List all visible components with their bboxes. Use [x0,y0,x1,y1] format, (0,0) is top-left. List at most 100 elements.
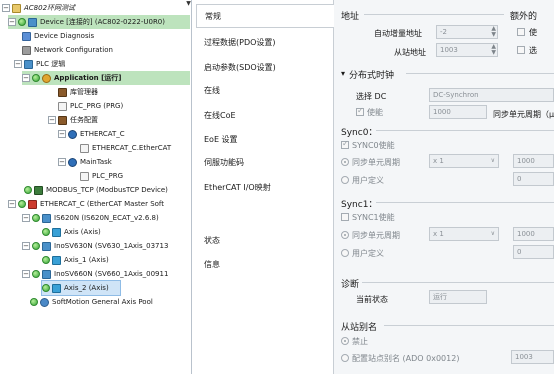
device-tree: ▼ − AC802环网测试 − Device [连接的] (AC802-0222… [0,0,192,374]
running-status-icon [32,270,40,278]
collapse-toggle-icon[interactable]: − [2,4,10,12]
ethercat-master-icon [28,199,37,209]
sync0-user-field[interactable]: 0 [513,172,554,186]
select-dc-label: 选择 DC [356,92,387,101]
diagnosis-section-title: 诊断 [341,280,360,290]
spinner-icon[interactable]: ▲ ▼ [491,26,496,38]
sync1-section-title: Sync1： [341,200,378,210]
scroll-down-icon[interactable]: ▼ [185,0,191,7]
axis-icon [52,255,61,265]
tree-item-library-manager[interactable]: 库管理器 [58,85,98,99]
plc-logic-icon [24,59,33,69]
collapse-toggle-icon[interactable]: − [58,130,66,138]
tab-status[interactable]: 状态 [196,228,332,252]
collapse-toggle-icon[interactable]: − [58,158,66,166]
tree-item-device-diagnosis[interactable]: Device Diagnosis [22,29,94,43]
sync1-enable-checkbox[interactable] [341,213,349,221]
tab-eoe-settings[interactable]: EoE 设置 [196,127,332,151]
tree-item-application[interactable]: − Application [运行] [22,71,190,85]
collapse-toggle-icon[interactable]: − [22,242,30,250]
collapse-toggle-icon[interactable]: − [22,74,30,82]
sync1-multiplier-dropdown[interactable]: x 1 ∨ [429,227,499,241]
diagnosis-icon [22,31,31,41]
extra-option-1-checkbox[interactable] [517,28,525,36]
collapse-toggle-icon[interactable]: − [8,200,16,208]
servo-drive-icon [42,269,51,279]
collapse-toggle-icon[interactable]: − [22,270,30,278]
network-config-icon [22,45,31,55]
sync0-multiplier-dropdown[interactable]: x 1 ∨ [429,154,499,168]
collapse-icon[interactable]: ▾ [341,69,345,78]
tree-item-ethercat-task[interactable]: − ETHERCAT_C [58,127,125,141]
project-icon [12,3,21,13]
tree-item-ethercat-call[interactable]: ETHERCAT_C.EtherCAT [80,141,171,155]
spinner-icon[interactable]: ▲ ▼ [491,44,496,56]
tree-item-softmotion-pool[interactable]: SoftMotion General Axis Pool [30,295,153,309]
sync0-section-title: Sync0： [341,128,378,138]
tree-item-network-configuration[interactable]: Network Configuration [22,43,113,57]
tree-item-is620n[interactable]: − IS620N (IS620N_ECAT_v2.6.8) [22,211,159,225]
tree-item-axis-1[interactable]: Axis_1 (Axis) [42,253,109,267]
tree-item-axis-2[interactable]: Axis_2 (Axis) [41,280,121,296]
modbus-device-icon [34,185,43,195]
tree-item-plc-logic[interactable]: − PLC 逻辑 [14,57,65,71]
auto-increment-address-field[interactable]: -2 ▲ ▼ [436,25,498,39]
chevron-down-icon: ∨ [490,230,495,237]
tree-item-plc-prg-call[interactable]: PLC_PRG [80,169,123,183]
library-icon [58,87,67,97]
tree-item-modbus-tcp[interactable]: MODBUS_TCP (ModbusTCP Device) [14,183,168,197]
axis-icon [52,283,61,293]
sync0-cycle-field[interactable]: 1000 [513,154,554,168]
tree-item-inosv660n[interactable]: − InoSV660N (SV660_1Axis_00911 [22,267,168,281]
collapse-toggle-icon[interactable]: − [22,214,30,222]
running-status-icon [18,18,26,26]
tab-startup-params[interactable]: 启动参数(SDO设置) [196,55,332,79]
extra-option-2-checkbox[interactable] [517,46,525,54]
sync0-user-defined-radio[interactable] [341,176,349,184]
tab-process-data[interactable]: 过程数据(PDO设置) [196,30,332,54]
sync0-enable-checkbox[interactable] [341,139,349,149]
dc-enable-checkbox[interactable] [356,106,364,116]
running-status-icon [30,298,38,306]
sync1-user-field[interactable]: 0 [513,245,554,259]
tree-item-task-config[interactable]: − 任务配置 [48,113,98,127]
task-config-icon [58,115,67,125]
config-tab-list: 常规 过程数据(PDO设置) 启动参数(SDO设置) 在线 在线CoE EoE … [196,0,334,374]
tree-item-inosv630n[interactable]: − InoSV630N (SV630_1Axis_03713 [22,239,168,253]
collapse-toggle-icon[interactable]: − [14,60,22,68]
extra-section-title: 额外的 [510,12,538,22]
tab-general[interactable]: 常规 [196,4,334,28]
device-icon [28,17,37,27]
running-status-icon [32,214,40,222]
tab-servo-function-code[interactable]: 伺服功能码 [196,150,332,174]
sync1-unit-cycle-radio[interactable] [341,231,349,239]
tree-item-axis[interactable]: Axis (Axis) [42,225,101,239]
alias-configure-radio[interactable] [341,354,349,362]
tree-item-project[interactable]: − AC802环网测试 [2,1,75,15]
sync1-user-defined-radio[interactable] [341,249,349,257]
tree-item-ethercat-master[interactable]: − ETHERCAT_C (EtherCAT Master Soft [8,197,164,211]
tree-item-plc-prg[interactable]: PLC_PRG (PRG) [58,99,123,113]
collapse-toggle-icon[interactable]: − [8,18,16,26]
address-section-title: 地址 [341,12,360,22]
alias-value-field[interactable]: 1003 [511,350,554,364]
running-status-icon [24,186,32,194]
tab-ethercat-io-mapping[interactable]: EtherCAT I/O映射 [196,175,332,199]
running-status-icon [42,228,50,236]
sync0-unit-cycle-radio[interactable] [341,158,349,166]
current-state-label: 当前状态 [356,295,388,304]
slave-address-field[interactable]: 1003 ▲ ▼ [436,43,498,57]
tab-online[interactable]: 在线 [196,78,332,102]
tree-item-device[interactable]: − Device [连接的] (AC802-0222-U0R0) [8,15,190,29]
tab-online-coe[interactable]: 在线CoE [196,103,332,127]
dc-cycle-field[interactable]: 1000 [429,105,487,119]
tab-info[interactable]: 信息 [196,252,332,276]
sync1-cycle-field[interactable]: 1000 [513,227,554,241]
collapse-toggle-icon[interactable]: − [48,116,56,124]
servo-drive-icon [42,213,51,223]
running-status-icon [42,256,50,264]
select-dc-dropdown[interactable]: DC-Synchron [429,88,554,102]
chevron-down-icon: ∨ [490,157,495,164]
tree-item-maintask[interactable]: − MainTask [58,155,112,169]
alias-disable-radio[interactable] [341,337,349,345]
